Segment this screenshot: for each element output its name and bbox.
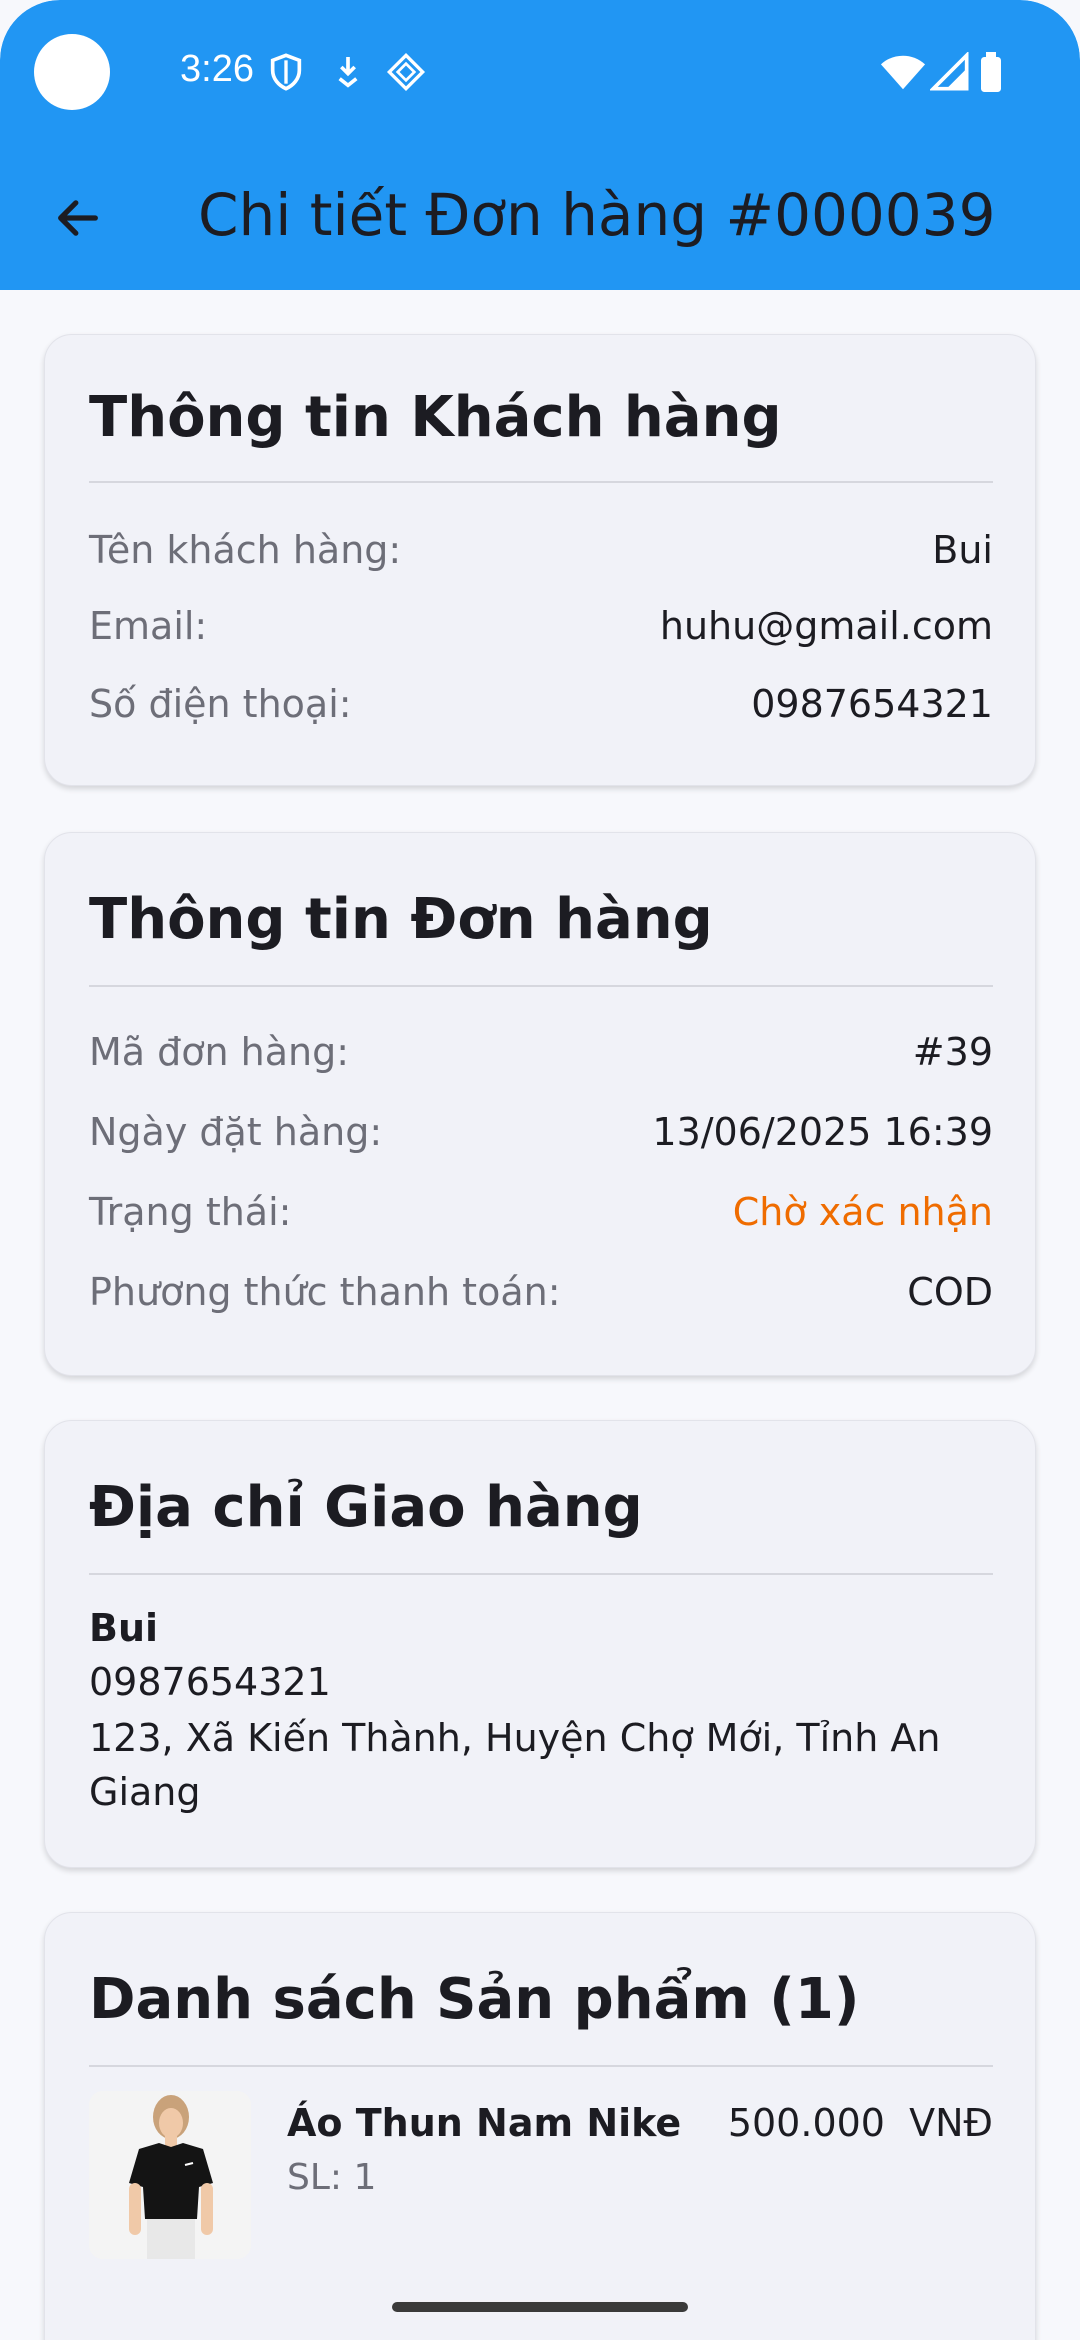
download-icon xyxy=(338,57,358,88)
tshirt-icon xyxy=(89,2091,251,2259)
row-value: COD xyxy=(907,1270,993,1314)
info-row: Số điện thoại: 0987654321 xyxy=(89,679,993,729)
row-label: Số điện thoại: xyxy=(89,682,352,726)
row-value: 0987654321 xyxy=(751,682,993,726)
recipient-address: 123, Xã Kiến Thành, Huyện Chợ Mới, Tỉnh … xyxy=(89,1716,941,1814)
wifi-icon xyxy=(880,55,926,90)
info-row: Trạng thái: Chờ xác nhận xyxy=(89,1187,993,1237)
info-row: Email: huhu@gmail.com xyxy=(89,601,993,651)
product-quantity: SL: 1 xyxy=(287,2157,377,2198)
row-label: Email: xyxy=(89,604,208,648)
screen: 3:26 Chi tiết Đơn hàng #000039 Thông tin… xyxy=(0,0,1080,2340)
divider xyxy=(89,2065,993,2067)
status-bar: 3:26 xyxy=(0,0,1080,145)
card-title: Địa chỉ Giao hàng xyxy=(89,1475,643,1540)
divider xyxy=(89,1573,993,1575)
row-value: 13/06/2025 16:39 xyxy=(652,1110,993,1154)
order-info-card: Thông tin Đơn hàng Mã đơn hàng: #39 Ngày… xyxy=(44,832,1036,1376)
camera-cutout xyxy=(34,34,110,110)
row-value: Bui xyxy=(932,528,993,572)
home-indicator[interactable] xyxy=(392,2302,688,2312)
app-bar: Chi tiết Đơn hàng #000039 xyxy=(0,145,1080,290)
signal-icon xyxy=(930,52,969,91)
divider xyxy=(89,985,993,987)
row-label: Phương thức thanh toán: xyxy=(89,1270,561,1314)
info-row: Mã đơn hàng: #39 xyxy=(89,1027,993,1077)
info-row: Ngày đặt hàng: 13/06/2025 16:39 xyxy=(89,1107,993,1157)
customer-info-card: Thông tin Khách hàng Tên khách hàng: Bui… xyxy=(44,334,1036,786)
recipient-phone: 0987654321 xyxy=(89,1660,331,1704)
back-button[interactable] xyxy=(40,180,116,256)
diamond-icon xyxy=(386,52,426,92)
product-name: Áo Thun Nam Nike xyxy=(287,2101,682,2145)
product-image xyxy=(89,2091,251,2259)
card-title: Thông tin Đơn hàng xyxy=(89,887,713,952)
product-item[interactable]: Áo Thun Nam Nike SL: 1 500.000 VNĐ xyxy=(89,2091,993,2261)
battery-icon xyxy=(981,52,1001,92)
row-value: huhu@gmail.com xyxy=(659,604,993,648)
divider xyxy=(89,481,993,483)
info-row: Phương thức thanh toán: COD xyxy=(89,1267,993,1317)
status-time: 3:26 xyxy=(180,48,254,90)
product-price: 500.000 VNĐ xyxy=(727,2101,993,2145)
card-title: Thông tin Khách hàng xyxy=(89,385,782,450)
product-list-card: Danh sách Sản phẩm (1) Áo Thun Nam Nike … xyxy=(44,1912,1036,2340)
shipping-address-card: Địa chỉ Giao hàng Bui 0987654321 123, Xã… xyxy=(44,1420,1036,1868)
arrow-back-icon xyxy=(58,200,98,236)
page-title: Chi tiết Đơn hàng #000039 xyxy=(198,181,996,249)
top-bar: 3:26 Chi tiết Đơn hàng #000039 xyxy=(0,0,1080,290)
info-row: Tên khách hàng: Bui xyxy=(89,525,993,575)
row-label: Trạng thái: xyxy=(89,1190,292,1234)
row-label: Tên khách hàng: xyxy=(89,528,402,572)
shield-icon xyxy=(270,53,302,91)
row-label: Mã đơn hàng: xyxy=(89,1030,350,1074)
row-value: #39 xyxy=(912,1030,993,1074)
card-title: Danh sách Sản phẩm (1) xyxy=(89,1967,860,2032)
row-label: Ngày đặt hàng: xyxy=(89,1110,383,1154)
recipient-name: Bui xyxy=(89,1606,159,1650)
status-badge: Chờ xác nhận xyxy=(732,1190,993,1234)
